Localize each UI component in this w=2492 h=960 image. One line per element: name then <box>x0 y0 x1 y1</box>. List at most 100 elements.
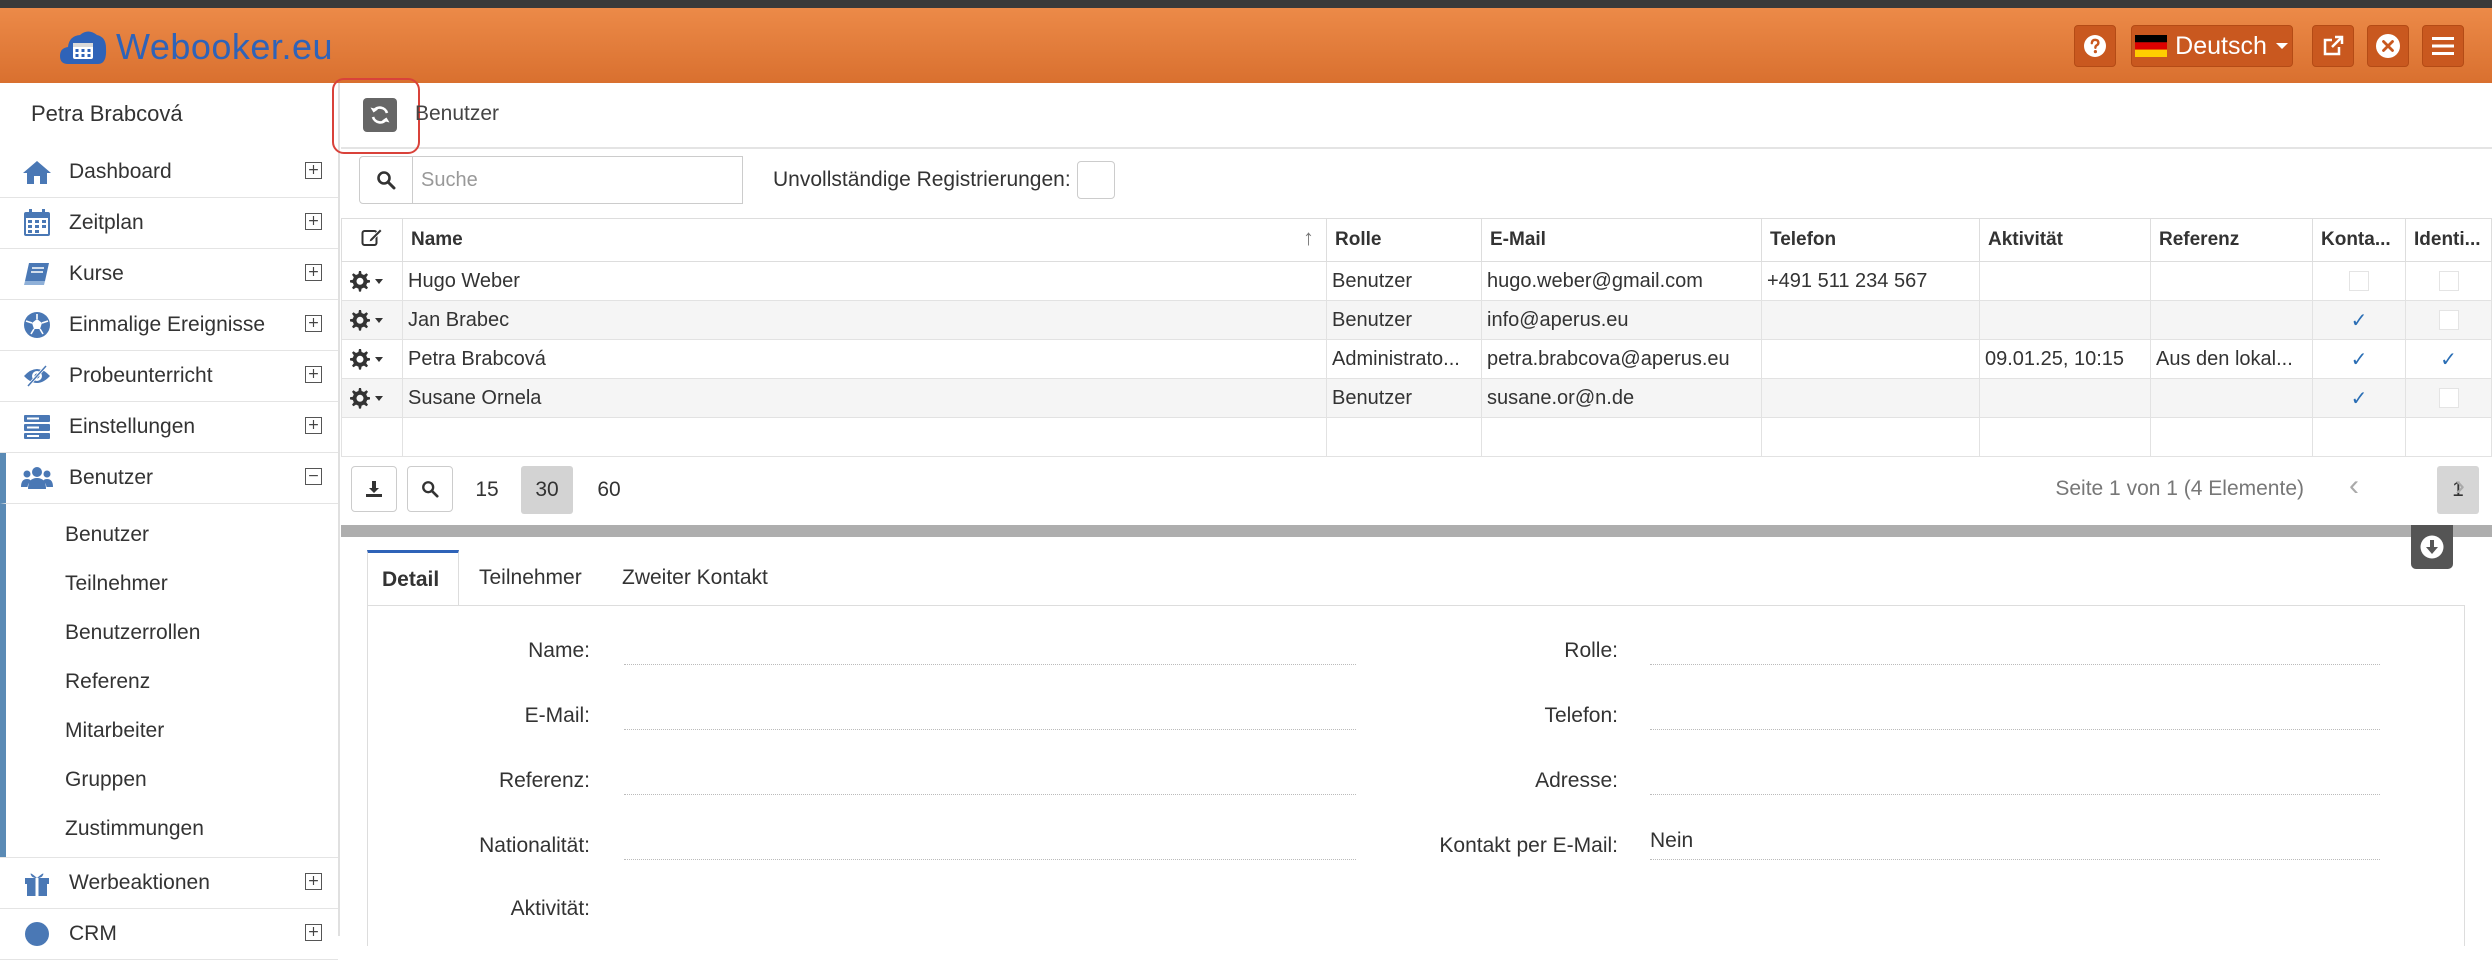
column-header-activity[interactable]: Aktivität <box>1979 218 2151 262</box>
page-size-60[interactable]: 60 <box>583 466 635 514</box>
refresh-icon <box>370 106 390 124</box>
book-icon <box>21 258 53 290</box>
row-actions-menu[interactable] <box>341 300 403 340</box>
field-value-role <box>1650 634 2380 665</box>
question-circle-icon <box>2084 35 2106 57</box>
sidebar-item-einmalige-ereignisse[interactable]: Einmalige Ereignisse + <box>0 300 338 351</box>
submenu-item-benutzer[interactable]: Benutzer <box>6 510 338 559</box>
caret-down-icon <box>2275 43 2288 49</box>
column-header-reference[interactable]: Referenz <box>2150 218 2313 262</box>
crm-icon <box>21 918 53 950</box>
field-value-contact-email: Nein <box>1650 829 2380 860</box>
tab-zweiter-kontakt[interactable]: Zweiter Kontakt <box>608 550 782 606</box>
expand-plus-icon[interactable]: + <box>305 924 322 941</box>
tab-teilnehmer[interactable]: Teilnehmer <box>465 550 596 606</box>
expand-plus-icon[interactable]: + <box>305 264 322 281</box>
sidebar-item-probeunterricht[interactable]: Probeunterricht + <box>0 351 338 402</box>
submenu-item-mitarbeiter[interactable]: Mitarbeiter <box>6 706 338 755</box>
row-actions-menu[interactable] <box>341 378 403 418</box>
column-header-phone[interactable]: Telefon <box>1761 218 1980 262</box>
sidebar-item-werbeaktionen[interactable]: Werbeaktionen + <box>0 857 338 909</box>
sidebar: Petra Brabcová Dashboard + Zeitplan + Ku… <box>0 83 340 960</box>
gear-dropdown-icon <box>350 349 383 370</box>
sidebar-item-crm[interactable]: CRM + <box>0 909 338 960</box>
help-button[interactable] <box>2074 25 2116 67</box>
column-header-name[interactable]: Name ↑ <box>402 218 1327 262</box>
table-row[interactable]: Petra Brabcová Administrato... petra.bra… <box>341 339 2492 379</box>
expand-plus-icon[interactable]: + <box>305 417 322 434</box>
tab-detail[interactable]: Detail <box>367 550 459 606</box>
sidebar-item-label: Kurse <box>69 262 124 285</box>
download-button[interactable] <box>351 466 397 512</box>
empty-cell <box>1761 417 1980 457</box>
field-label-name: Name: <box>528 639 590 662</box>
language-dropdown[interactable]: Deutsch <box>2131 25 2293 67</box>
search-icon <box>377 171 396 190</box>
next-page-icon[interactable]: › <box>2455 471 2465 501</box>
column-header-identity[interactable]: Identi... <box>2405 218 2492 262</box>
cell-activity <box>1979 378 2151 418</box>
grid-search-button[interactable] <box>407 466 453 512</box>
field-label-role: Rolle: <box>1564 639 1618 662</box>
submenu-item-teilnehmer[interactable]: Teilnehmer <box>6 559 338 608</box>
external-link-button[interactable] <box>2312 25 2354 67</box>
column-header-email[interactable]: E-Mail <box>1481 218 1762 262</box>
sidebar-item-einstellungen[interactable]: Einstellungen + <box>0 402 338 453</box>
cell-activity: 09.01.25, 10:15 <box>1979 339 2151 379</box>
column-header-role[interactable]: Rolle <box>1326 218 1482 262</box>
submenu-item-gruppen[interactable]: Gruppen <box>6 755 338 804</box>
submenu-item-referenz[interactable]: Referenz <box>6 657 338 706</box>
cell-email: info@aperus.eu <box>1481 300 1762 340</box>
incomplete-registrations-checkbox[interactable] <box>1076 161 1115 199</box>
expand-plus-icon[interactable]: + <box>305 213 322 230</box>
logo-text: Webooker.eu <box>116 26 333 67</box>
sidebar-item-dashboard[interactable]: Dashboard + <box>0 147 338 198</box>
field-label-phone: Telefon: <box>1544 704 1618 727</box>
submenu-item-benutzerrollen[interactable]: Benutzerrollen <box>6 608 338 657</box>
sort-ascending-icon[interactable]: ↑ <box>1303 225 1314 251</box>
edit-icon <box>361 228 383 246</box>
main-menu-button[interactable] <box>2422 25 2464 67</box>
cell-identity <box>2405 300 2492 340</box>
edit-column-header[interactable] <box>341 218 403 262</box>
sidebar-item-kurse[interactable]: Kurse + <box>0 249 338 300</box>
prev-page-icon[interactable]: ‹ <box>2349 471 2359 501</box>
app-header: Webooker.eu Deutsch <box>0 8 2492 83</box>
collapse-minus-icon[interactable]: − <box>305 468 322 485</box>
table-row[interactable]: Jan Brabec Benutzer info@aperus.eu ✓ <box>341 300 2492 340</box>
submenu-item-zustimmungen[interactable]: Zustimmungen <box>6 804 338 853</box>
search-button[interactable] <box>359 156 413 204</box>
checkmark-icon: ✓ <box>2350 309 2368 332</box>
sidebar-item-label: Probeunterricht <box>69 364 213 387</box>
page-size-30[interactable]: 30 <box>521 466 573 514</box>
page-size-15[interactable]: 15 <box>461 466 513 514</box>
empty-checkbox-icon <box>2349 271 2369 292</box>
cell-name: Susane Ornela <box>402 378 1327 418</box>
logo[interactable]: Webooker.eu <box>58 22 333 72</box>
eye-slash-icon <box>21 360 53 392</box>
search-input[interactable] <box>413 156 743 204</box>
table-row[interactable]: Hugo Weber Benutzer hugo.weber@gmail.com… <box>341 261 2492 301</box>
sidebar-item-label: Werbeaktionen <box>69 871 210 894</box>
column-header-contact[interactable]: Konta... <box>2312 218 2406 262</box>
expand-plus-icon[interactable]: + <box>305 162 322 179</box>
sidebar-item-label: Einstellungen <box>69 415 196 438</box>
close-circle-icon <box>2376 34 2400 58</box>
sidebar-item-zeitplan[interactable]: Zeitplan + <box>0 198 338 249</box>
empty-checkbox-icon <box>2438 388 2459 409</box>
expand-plus-icon[interactable]: + <box>305 315 322 332</box>
cell-role: Benutzer <box>1326 300 1482 340</box>
german-flag-icon <box>2135 35 2168 57</box>
splitter[interactable] <box>341 525 2492 537</box>
row-actions-menu[interactable] <box>341 339 403 379</box>
close-button[interactable] <box>2367 25 2409 67</box>
cell-name: Petra Brabcová <box>402 339 1327 379</box>
cell-reference: Aus den lokal... <box>2150 339 2313 379</box>
empty-checkbox-icon <box>2438 271 2459 292</box>
sidebar-item-benutzer[interactable]: Benutzer − <box>0 453 338 504</box>
expand-plus-icon[interactable]: + <box>305 366 322 383</box>
refresh-button[interactable] <box>363 98 397 132</box>
expand-plus-icon[interactable]: + <box>305 873 322 890</box>
row-actions-menu[interactable] <box>341 261 403 301</box>
table-row[interactable]: Susane Ornela Benutzer susane.or@n.de ✓ <box>341 378 2492 418</box>
